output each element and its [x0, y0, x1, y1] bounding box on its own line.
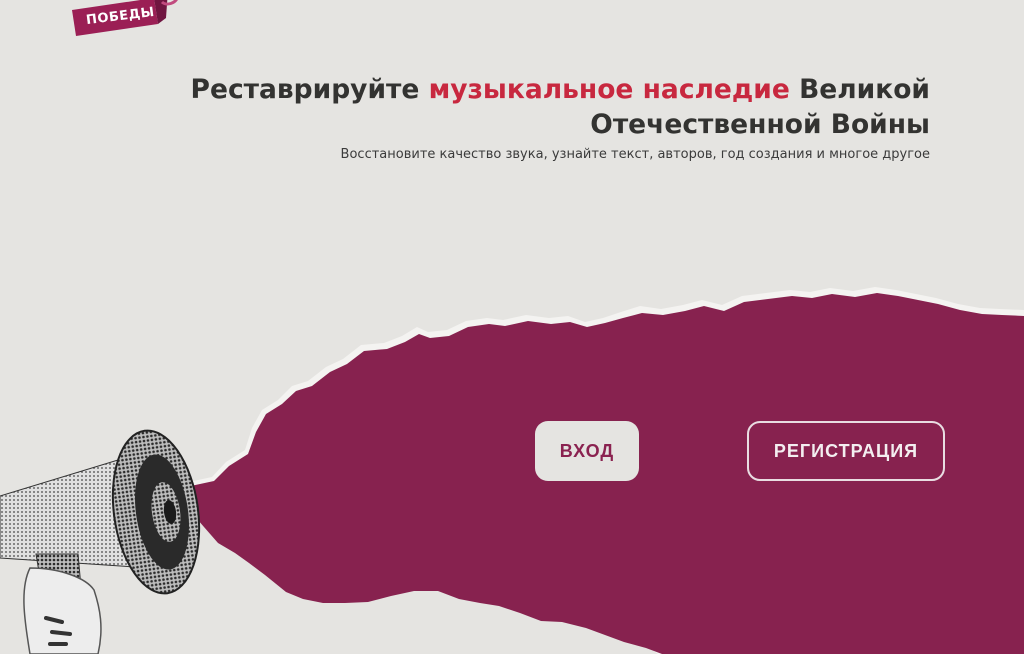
- page-subtitle: Восстановите качество звука, узнайте тек…: [340, 147, 930, 162]
- title-highlight: музыкальное наследие: [428, 74, 790, 105]
- register-button[interactable]: РЕГИСТРАЦИЯ: [747, 421, 945, 481]
- page-title: Реставрируйте музыкальное наследие Велик…: [170, 72, 930, 142]
- megaphone-icon: [0, 429, 201, 654]
- login-button[interactable]: ВХОД: [535, 421, 639, 481]
- hero-section: Реставрируйте музыкальное наследие Велик…: [170, 72, 930, 163]
- title-part-1: Реставрируйте: [190, 74, 429, 105]
